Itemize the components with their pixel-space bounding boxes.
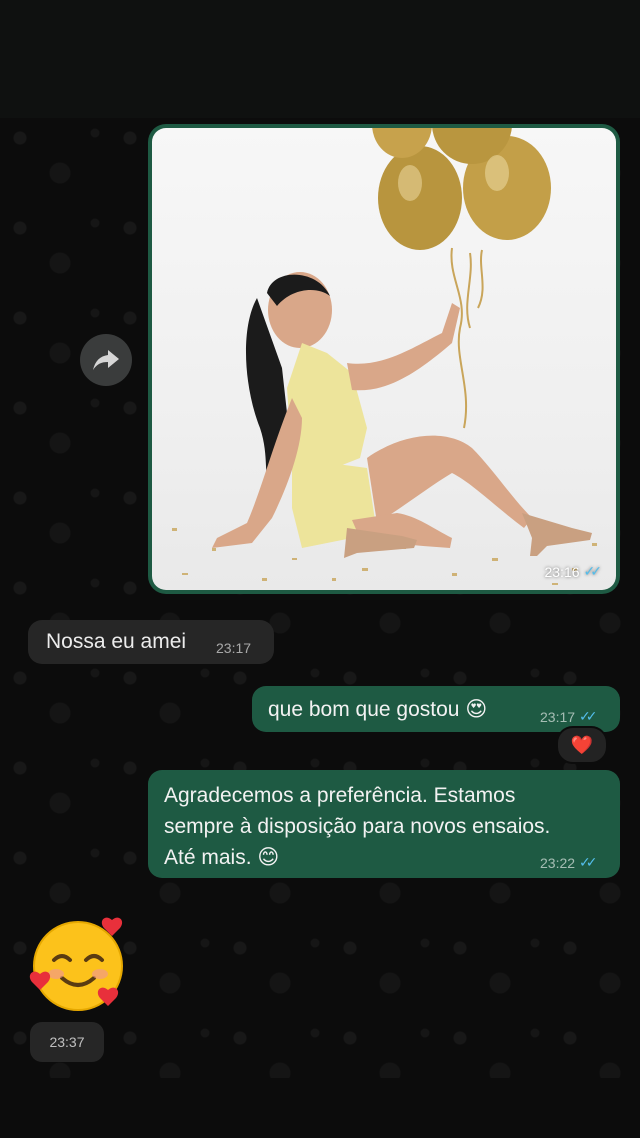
message-text: Nossa eu amei bbox=[46, 630, 187, 653]
double-check-icon: ✓✓ bbox=[583, 563, 603, 579]
bottom-area bbox=[0, 1078, 640, 1138]
incoming-message[interactable]: Nossa eu amei 23:17 bbox=[28, 620, 274, 664]
message-meta: 23:22 ✓✓ bbox=[540, 854, 598, 871]
message-meta: 23:17 ✓✓ bbox=[540, 708, 598, 725]
message-time: 23:22 bbox=[540, 854, 576, 871]
double-check-icon: ✓✓ bbox=[579, 854, 598, 870]
message-time: 23:17 bbox=[216, 640, 252, 656]
sticker-time: 23:37 bbox=[49, 1034, 85, 1050]
outgoing-message-long[interactable]: Agradecemos a preferência. Estamos sempr… bbox=[148, 770, 620, 878]
photo-woman-balloons[interactable]: 23:16 ✓✓ bbox=[152, 128, 616, 590]
message-time: 23:17 bbox=[540, 708, 576, 725]
double-check-icon: ✓✓ bbox=[579, 708, 598, 724]
top-bar bbox=[0, 0, 640, 118]
message-text: Agradecemos a preferência. Estamos sempr… bbox=[164, 780, 604, 873]
message-text: que bom que gostou 😍 bbox=[268, 698, 488, 721]
message-line: sempre à disposição para novos ensaios. bbox=[164, 815, 551, 838]
photo-illustration bbox=[172, 128, 597, 585]
reaction-badge[interactable]: ❤️ bbox=[556, 726, 608, 764]
outgoing-message[interactable]: que bom que gostou 😍 23:17 ✓✓ bbox=[252, 686, 620, 732]
sticker-timestamp: 23:37 bbox=[30, 1022, 104, 1062]
message-line: Agradecemos a preferência. Estamos bbox=[164, 784, 516, 807]
smiling-face-with-hearts-icon bbox=[29, 917, 123, 1011]
heart-reaction-icon: ❤️ bbox=[570, 734, 594, 755]
message-meta: 23:17 bbox=[216, 640, 251, 656]
image-timestamp: 23:16 ✓✓ bbox=[544, 563, 602, 580]
sticker-smiling-hearts[interactable] bbox=[26, 912, 130, 1016]
forward-arrow-icon bbox=[93, 350, 119, 370]
message-line: Até mais. 😊 bbox=[164, 846, 280, 869]
image-message-bubble[interactable]: 23:16 ✓✓ bbox=[148, 124, 620, 594]
image-time: 23:16 bbox=[544, 563, 580, 580]
forward-button[interactable] bbox=[80, 334, 132, 386]
